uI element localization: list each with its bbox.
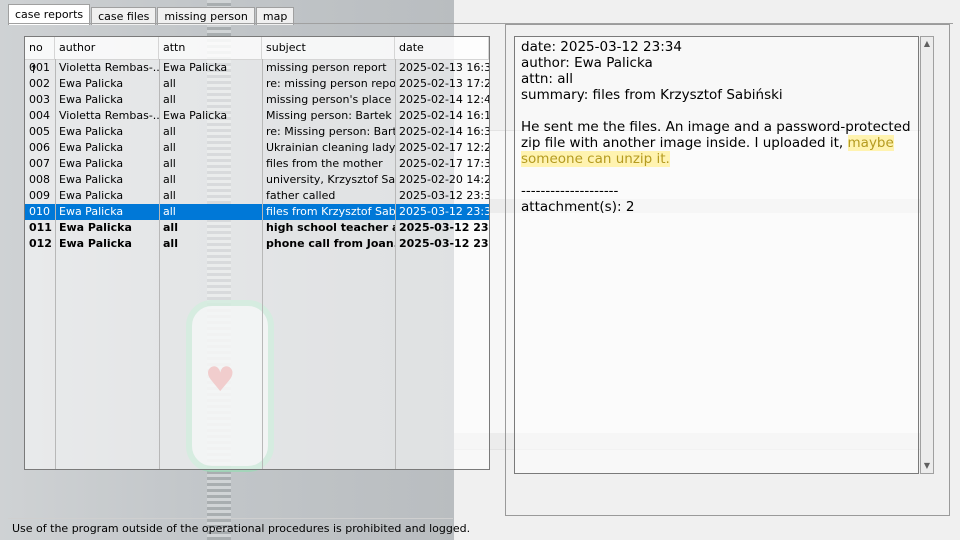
cell-no: 012 (29, 237, 52, 250)
cell-subject: university, Krzysztof Sa... (266, 173, 395, 186)
cell-no: 007 (29, 157, 50, 170)
cell-date: 2025-02-13 17:20 (399, 77, 489, 90)
cell-subject: father called (266, 189, 336, 202)
table-row[interactable]: 003 Ewa Palicka all missing person's place 2… (25, 92, 489, 108)
table-row[interactable]: 002 Ewa Palicka all re: missing person repo… (25, 76, 489, 92)
cell-subject: missing person's place (266, 93, 392, 106)
status-bar-text: Use of the program outside of the operat… (12, 522, 471, 535)
cell-no: 009 (29, 189, 50, 202)
cell-date: 2025-03-12 23:33 (399, 189, 489, 202)
cell-author: Ewa Palicka (59, 237, 132, 250)
cell-date: 2025-02-14 16:34 (399, 125, 489, 138)
cell-subject: re: missing person report (266, 77, 395, 90)
cell-date: 2025-02-17 17:32 (399, 157, 489, 170)
cell-date: 2025-03-12 23... (399, 237, 489, 250)
cell-author: Ewa Palicka (59, 173, 124, 186)
column-divider (55, 59, 56, 469)
cell-author: Violetta Rembas-... (59, 61, 159, 74)
cell-date: 2025-02-20 14:23 (399, 173, 489, 186)
cell-no: 003 (29, 93, 50, 106)
table-row[interactable]: 010 Ewa Palicka all files from Krzysztof Sa… (25, 204, 489, 220)
column-header-subject[interactable]: subject (262, 37, 395, 59)
status-divider (8, 518, 453, 519)
cell-no: 011 (29, 221, 52, 234)
cell-subject: Ukrainian cleaning lady (266, 141, 395, 154)
message-summary: summary: files from Krzysztof Sabiński (521, 87, 783, 103)
cell-author: Violetta Rembas-... (59, 109, 159, 122)
cell-author: Ewa Palicka (59, 205, 124, 218)
cell-no: 002 (29, 77, 50, 90)
cell-attn: Ewa Palicka (163, 61, 228, 74)
cell-no: 001 (29, 61, 50, 74)
cell-subject: missing person report (266, 61, 387, 74)
table-row[interactable]: 009 Ewa Palicka all father called 2025-03-12… (25, 188, 489, 204)
tab-bar: case reports case files missing person m… (8, 4, 295, 25)
cell-no: 010 (29, 205, 50, 218)
cell-no: 008 (29, 173, 50, 186)
list-header: no ↑ author attn subject date (25, 37, 489, 76)
scroll-up-icon[interactable]: ▲ (921, 37, 933, 51)
cell-subject: re: Missing person: Bart... (266, 125, 395, 138)
cell-date: 2025-02-14 12:45 (399, 93, 489, 106)
message-separator: -------------------- (521, 183, 619, 199)
message-attachments[interactable]: attachment(s): 2 (521, 199, 912, 215)
table-row[interactable]: 012 Ewa Palicka all phone call from Joan...… (25, 236, 489, 252)
scroll-down-icon[interactable]: ▼ (921, 459, 933, 473)
table-row[interactable]: 007 Ewa Palicka all files from the mother 20… (25, 156, 489, 172)
cell-author: Ewa Palicka (59, 77, 124, 90)
message-body: He sent me the files. An image and a pas… (521, 119, 912, 167)
message-author: author: Ewa Palicka (521, 55, 653, 71)
cell-attn: all (163, 205, 176, 218)
column-divider (159, 59, 160, 469)
cell-author: Ewa Palicka (59, 189, 124, 202)
tab-case-reports[interactable]: case reports (8, 4, 91, 25)
case-reports-list[interactable]: no ↑ author attn subject date 001 Violett… (24, 36, 490, 470)
cell-author: Ewa Palicka (59, 221, 132, 234)
cell-attn: Ewa Palicka (163, 109, 228, 122)
cell-subject: high school teacher a... (266, 221, 395, 234)
cell-subject: phone call from Joan... (266, 237, 395, 250)
cell-date: 2025-02-13 16:37 (399, 61, 489, 74)
message-attn: attn: all (521, 71, 574, 87)
cell-attn: all (163, 189, 176, 202)
cell-attn: all (163, 141, 176, 154)
cell-attn: all (163, 237, 178, 250)
cell-attn: all (163, 173, 176, 186)
cell-attn: all (163, 125, 176, 138)
cell-date: 2025-02-17 12:23 (399, 141, 489, 154)
column-divider (262, 59, 263, 469)
message-scrollbar[interactable]: ▲ ▼ (920, 36, 934, 474)
message-date: date: 2025-03-12 23:34 (521, 39, 682, 55)
table-row[interactable]: 005 Ewa Palicka all re: Missing person: Bar… (25, 124, 489, 140)
cell-attn: all (163, 157, 176, 170)
table-row[interactable]: 008 Ewa Palicka all university, Krzysztof S… (25, 172, 489, 188)
cell-attn: all (163, 221, 178, 234)
cell-subject: files from Krzysztof Sabi... (266, 205, 395, 218)
column-header-no[interactable]: no ↑ (25, 37, 55, 76)
cell-author: Ewa Palicka (59, 141, 124, 154)
cell-author: Ewa Palicka (59, 93, 124, 106)
column-divider (395, 59, 396, 469)
cell-author: Ewa Palicka (59, 157, 124, 170)
cell-date: 2025-03-12 23:34 (399, 205, 489, 218)
cell-no: 006 (29, 141, 50, 154)
message-preview[interactable]: date: 2025-03-12 23:34 author: Ewa Palic… (514, 36, 919, 474)
table-row[interactable]: 001 Violetta Rembas-... Ewa Palicka missing… (25, 60, 489, 76)
table-row[interactable]: 004 Violetta Rembas-... Ewa Palicka Missing… (25, 108, 489, 124)
cell-date: 2025-02-14 16:11 (399, 109, 489, 122)
cell-attn: all (163, 93, 176, 106)
column-header-author[interactable]: author (55, 37, 159, 59)
cell-no: 004 (29, 109, 50, 122)
list-rows: 001 Violetta Rembas-... Ewa Palicka missing… (25, 60, 489, 252)
cell-subject: files from the mother (266, 157, 383, 170)
table-row[interactable]: 011 Ewa Palicka all high school teacher a..… (25, 220, 489, 236)
cell-no: 005 (29, 125, 50, 138)
table-row[interactable]: 006 Ewa Palicka all Ukrainian cleaning lady… (25, 140, 489, 156)
column-header-date[interactable]: date (395, 37, 489, 59)
cell-subject: Missing person: Bartek (... (266, 109, 395, 122)
cell-date: 2025-03-12 23... (399, 221, 489, 234)
cell-author: Ewa Palicka (59, 125, 124, 138)
column-header-attn[interactable]: attn (159, 37, 262, 59)
cell-attn: all (163, 77, 176, 90)
